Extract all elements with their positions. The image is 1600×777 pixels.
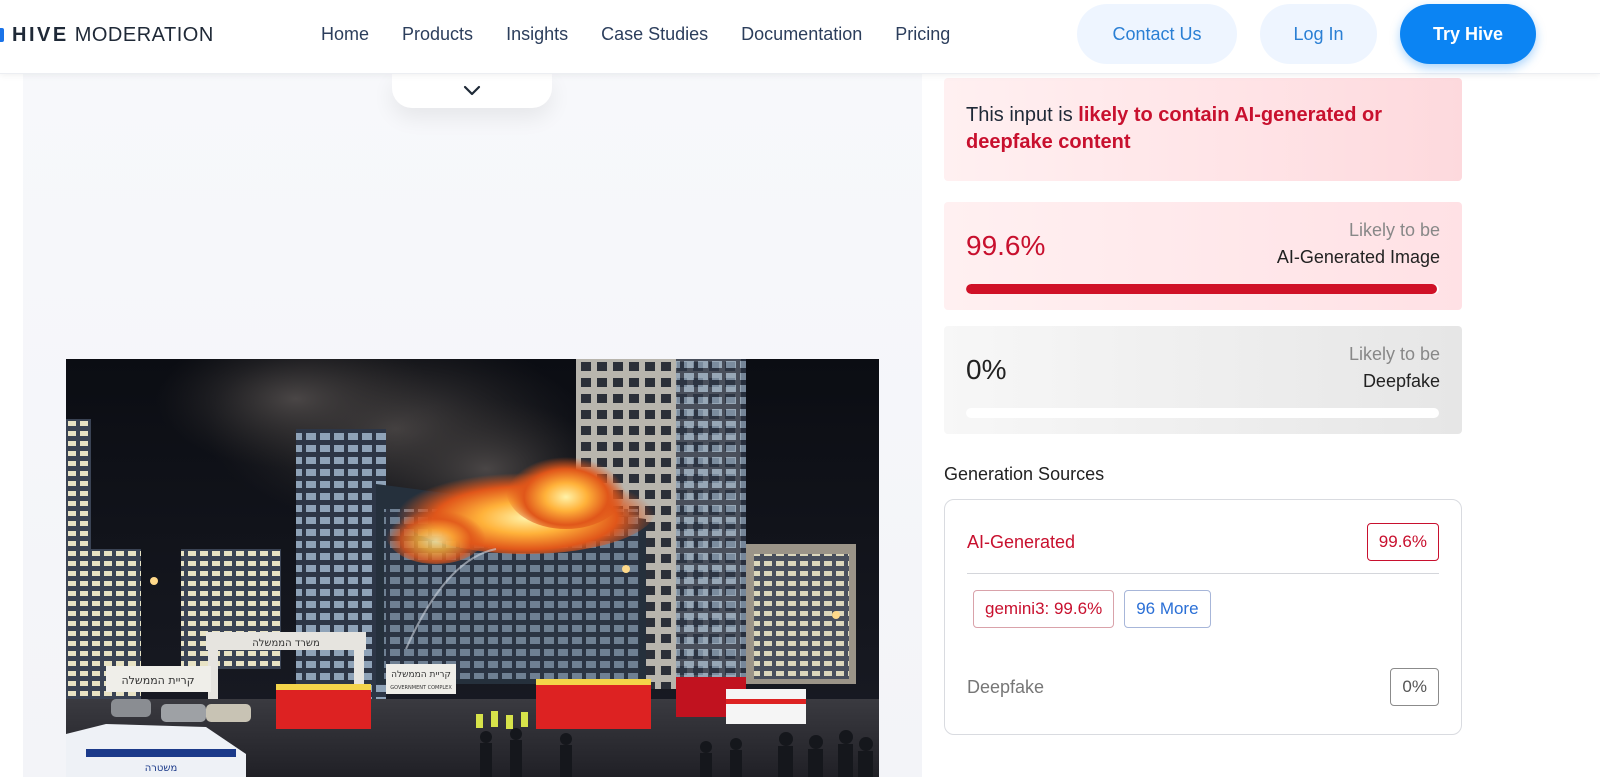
hive-logo[interactable]: HIVE MODERATION <box>0 22 214 48</box>
collapse-toggle[interactable] <box>392 74 552 108</box>
verdict-prefix: This input is <box>966 104 1079 126</box>
generation-sources-title: Generation Sources <box>944 464 1105 484</box>
nav-pricing[interactable]: Pricing <box>895 22 950 46</box>
main-nav: Home Products Insights Case Studies Docu… <box>321 22 983 46</box>
sign-government-campus-right: קריית הממשלה <box>391 670 451 680</box>
deepfake-label: Deepfake <box>1362 371 1440 391</box>
top-header: HIVE MODERATION Home Products Insights C… <box>0 0 1600 74</box>
divider <box>967 573 1439 574</box>
nav-case-studies[interactable]: Case Studies <box>601 22 708 46</box>
logo-moderation-text: MODERATION <box>74 23 214 46</box>
chevron-down-icon <box>463 85 481 96</box>
try-hive-button[interactable]: Try Hive <box>1400 4 1536 64</box>
ai-generated-source-label: AI-Generated <box>967 531 1076 552</box>
sign-government-complex: GOVERNMENT COMPLEX <box>390 685 452 691</box>
ai-generated-percent: 99.6% <box>966 230 1046 261</box>
generation-sources-card: AI-Generated 99.6% gemini3: 99.6% 96 Mor… <box>944 499 1462 735</box>
ai-likely-text: Likely to be <box>1348 220 1440 240</box>
nav-insights[interactable]: Insights <box>506 22 568 46</box>
deepfake-score-bar <box>966 408 1439 418</box>
log-in-button[interactable]: Log In <box>1260 4 1377 64</box>
deepfake-likely-text: Likely to be <box>1348 344 1440 364</box>
deepfake-source-label: Deepfake <box>967 676 1045 697</box>
sign-government-campus-left: קריית הממשלה <box>121 674 194 687</box>
police-car-text: משטרה <box>145 763 178 774</box>
verdict-banner: This input is likely to contain AI-gener… <box>944 78 1462 181</box>
ai-score-bar <box>966 284 1439 294</box>
more-models-button[interactable]: 96 More <box>1124 590 1211 628</box>
burning-building-photo: משרד הממשלה קריית הממשלה קריית הממשלה GO… <box>66 359 879 777</box>
deepfake-score-card: 0% Likely to be Deepfake <box>944 326 1462 434</box>
ai-generated-source-percent: 99.6% <box>1366 523 1439 561</box>
ai-generated-score-card: 99.6% Likely to be AI-Generated Image <box>944 202 1462 310</box>
logo-hive-text: HIVE <box>12 23 69 46</box>
deepfake-source-percent: 0% <box>1390 668 1439 706</box>
deepfake-source-row: Deepfake 0% <box>967 667 1439 707</box>
uploaded-image: משרד הממשלה קריית הממשלה קריית הממשלה GO… <box>66 359 879 777</box>
ai-score-bar-fill <box>966 284 1438 294</box>
model-chip-gemini3[interactable]: gemini3: 99.6% <box>973 590 1115 628</box>
contact-us-button[interactable]: Contact Us <box>1077 4 1237 64</box>
deepfake-percent: 0% <box>966 354 1007 385</box>
logo-mark-icon <box>0 28 4 42</box>
nav-documentation[interactable]: Documentation <box>741 22 862 46</box>
ai-generated-source-row: AI-Generated 99.6% <box>967 522 1439 562</box>
nav-home[interactable]: Home <box>321 22 369 46</box>
ai-generated-label: AI-Generated Image <box>1276 247 1440 267</box>
sign-ministry: משרד הממשלה <box>252 638 320 649</box>
model-chips: gemini3: 99.6% 96 More <box>973 590 1211 628</box>
nav-products[interactable]: Products <box>402 22 473 46</box>
